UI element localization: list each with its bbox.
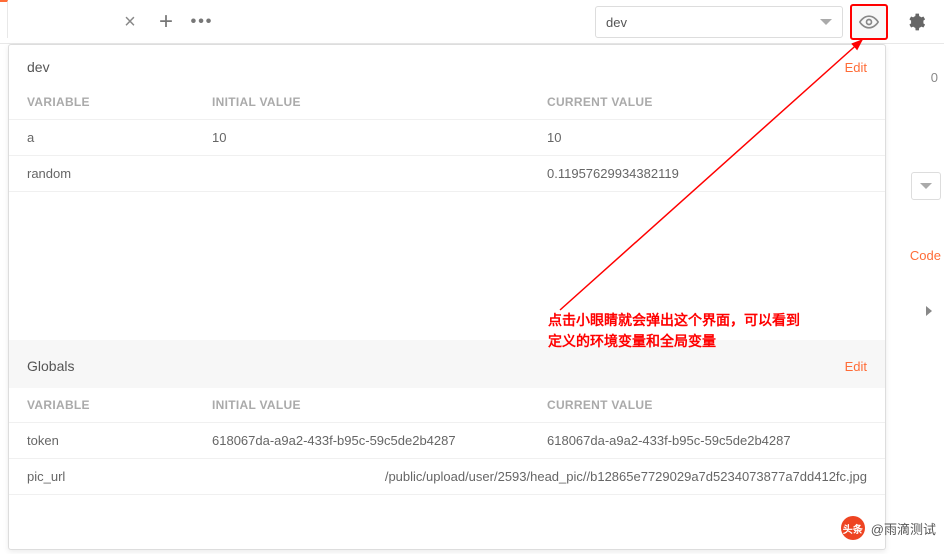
top-bar: × + ••• dev	[0, 0, 944, 44]
globals-section-header: Globals Edit	[9, 340, 885, 388]
dev-table-header: VARIABLE INITIAL VALUE CURRENT VALUE	[9, 85, 885, 120]
background-panel: 0 Code	[894, 50, 944, 554]
environment-popover: dev Edit VARIABLE INITIAL VALUE CURRENT …	[8, 44, 886, 550]
cell-variable: pic_url	[27, 469, 154, 484]
behind-dropdown[interactable]	[911, 172, 941, 200]
settings-button[interactable]	[900, 6, 932, 38]
cell-current: 618067da-a9a2-433f-b95c-59c5de2b4287	[547, 433, 867, 448]
cell-initial: 10	[212, 130, 547, 145]
globals-variables-table: VARIABLE INITIAL VALUE CURRENT VALUE tok…	[9, 388, 885, 495]
more-tabs-icon[interactable]: •••	[184, 4, 220, 40]
eye-icon	[859, 12, 879, 32]
tab-actions: × + •••	[8, 0, 220, 44]
cell-initial: 618067da-a9a2-433f-b95c-59c5de2b4287	[212, 433, 547, 448]
chevron-down-icon	[820, 19, 832, 25]
table-row: pic_url /public/upload/user/2593/head_pi…	[9, 459, 885, 495]
environment-selected-label: dev	[606, 15, 627, 30]
col-header-current: CURRENT VALUE	[547, 95, 867, 109]
code-link[interactable]: Code	[910, 248, 941, 263]
cell-current: 10	[547, 130, 867, 145]
dev-variables-table: VARIABLE INITIAL VALUE CURRENT VALUE a 1…	[9, 85, 885, 192]
table-row: a 10 10	[9, 120, 885, 156]
cell-initial	[154, 469, 385, 484]
dev-section-title: dev	[27, 59, 50, 75]
cell-variable: random	[27, 166, 212, 181]
col-header-initial: INITIAL VALUE	[212, 95, 547, 109]
dev-edit-link[interactable]: Edit	[845, 60, 867, 75]
col-header-initial: INITIAL VALUE	[212, 398, 547, 412]
globals-section-title: Globals	[27, 358, 74, 374]
chevron-down-icon	[920, 183, 932, 189]
globals-table-header: VARIABLE INITIAL VALUE CURRENT VALUE	[9, 388, 885, 423]
close-tab-icon[interactable]: ×	[112, 4, 148, 40]
environment-quicklook-button[interactable]	[850, 4, 888, 40]
chevron-right-icon	[926, 306, 932, 316]
behind-label: 0	[931, 70, 938, 85]
cell-initial	[212, 166, 547, 181]
cell-variable: a	[27, 130, 212, 145]
cell-current: 0.11957629934382119	[547, 166, 867, 181]
table-row: random 0.11957629934382119	[9, 156, 885, 192]
col-header-current: CURRENT VALUE	[547, 398, 867, 412]
dev-section-header: dev Edit	[9, 45, 885, 85]
cell-current: /public/upload/user/2593/head_pic//b1286…	[385, 469, 867, 484]
active-tab-indicator	[0, 0, 8, 38]
col-header-variable: VARIABLE	[27, 398, 212, 412]
environment-select[interactable]: dev	[595, 6, 843, 38]
cell-variable: token	[27, 433, 212, 448]
gear-icon	[906, 12, 926, 32]
globals-edit-link[interactable]: Edit	[845, 359, 867, 374]
new-tab-icon[interactable]: +	[148, 4, 184, 40]
col-header-variable: VARIABLE	[27, 95, 212, 109]
table-row: token 618067da-a9a2-433f-b95c-59c5de2b42…	[9, 423, 885, 459]
